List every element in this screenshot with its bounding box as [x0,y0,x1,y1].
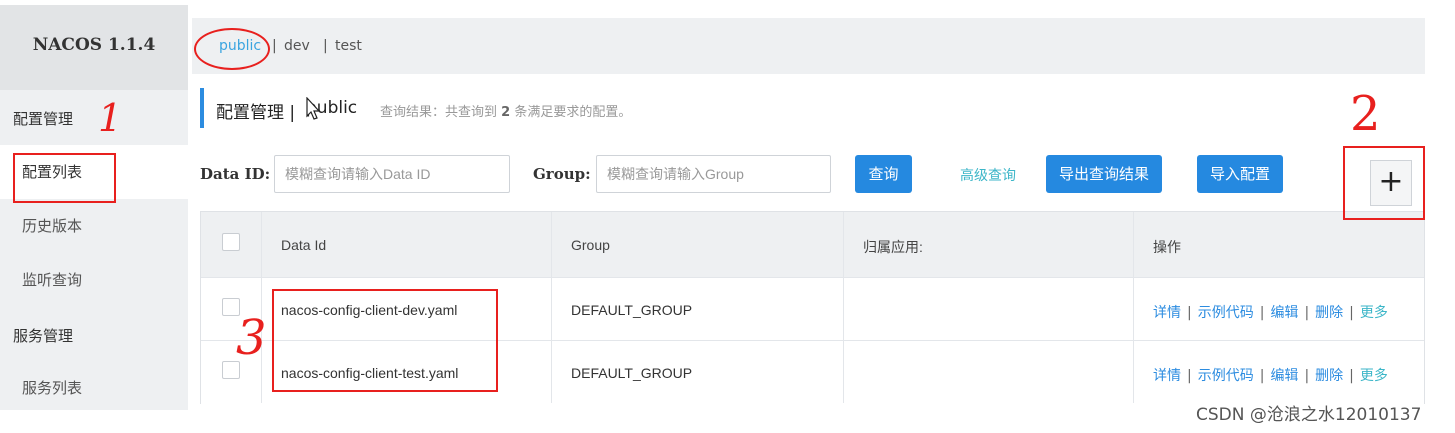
data-id-label: Data ID: [200,165,271,183]
column-divider [843,212,844,403]
query-result-count: 2 [501,105,511,120]
sidebar-item-label: 监听查询 [22,271,83,289]
namespace-separator: | [272,38,277,54]
action-separator: | [1187,368,1192,384]
group-input[interactable]: 模糊查询请输入Group [596,155,831,193]
page-title: 配置管理 | [216,98,295,123]
import-config-button[interactable]: 导入配置 [1197,155,1283,193]
action-details-link[interactable]: 详情 [1153,368,1181,384]
data-id-input[interactable]: 模糊查询请输入Data ID [274,155,510,193]
annotation-mark-1: 1 [98,96,123,140]
action-sample-code-link[interactable]: 示例代码 [1198,305,1254,321]
sidebar-item-label: 服务列表 [22,379,83,397]
action-more-link[interactable]: 更多 [1360,305,1388,321]
select-all-checkbox[interactable] [222,233,240,251]
query-result-summary: 查询结果：共查询到 2 条满足要求的配置。 [380,101,631,120]
action-separator: | [1349,368,1354,384]
advanced-query-link[interactable]: 高级查询 [960,165,1016,185]
action-separator: | [1349,305,1354,321]
annotation-mark-2: 2 [1350,86,1381,142]
namespace-separator: | [323,38,328,54]
action-separator: | [1259,305,1265,321]
annotation-box-config-list [13,153,116,203]
sidebar-section-service[interactable]: 服务管理 [13,325,73,346]
annotation-box-add-button [1343,146,1425,220]
sidebar-item-label: 历史版本 [22,217,83,235]
column-header-actions: 操作 [1153,239,1181,255]
sidebar: NACOS 1.1.4 配置管理 配置列表 历史版本 监听查询 服务管理 服务列… [0,5,188,410]
export-results-button[interactable]: 导出查询结果 [1046,155,1162,193]
action-separator: | [1304,368,1310,384]
query-result-prefix: 查询结果：共查询到 [380,105,498,120]
sidebar-item-history[interactable]: 历史版本 [0,199,188,253]
annotation-circle-public [194,28,270,70]
column-header-group: Group [571,237,610,253]
row-actions: 详情 | 示例代码 | 编辑 | 删除 | 更多 [1153,302,1388,322]
action-delete-link[interactable]: 删除 [1315,305,1343,321]
action-sample-code-link[interactable]: 示例代码 [1198,368,1254,384]
action-more-link[interactable]: 更多 [1360,368,1388,384]
action-edit-link[interactable]: 编辑 [1270,368,1298,384]
action-separator: | [1187,305,1192,321]
app-logo-title: NACOS 1.1.4 [0,5,188,90]
column-divider [261,212,262,403]
query-button[interactable]: 查询 [855,155,912,193]
page-title-text: 配置管理 [216,103,284,123]
column-header-data-id: Data Id [281,237,327,253]
sidebar-section-config[interactable]: 配置管理 [13,108,73,129]
title-separator: | [289,103,296,123]
column-divider [551,212,552,403]
annotation-box-config-files [272,289,498,392]
action-separator: | [1259,368,1265,384]
title-accent-bar [200,88,204,128]
mouse-pointer-icon [306,97,321,120]
row-group: DEFAULT_GROUP [571,365,693,381]
annotation-mark-3: 3 [236,310,267,366]
sidebar-item-listener-query[interactable]: 监听查询 [0,253,188,307]
row-actions: 详情 | 示例代码 | 编辑 | 删除 | 更多 [1153,365,1388,385]
row-group: DEFAULT_GROUP [571,302,693,318]
action-details-link[interactable]: 详情 [1153,305,1181,321]
sidebar-item-service-list[interactable]: 服务列表 [0,361,188,415]
query-result-suffix: 条满足要求的配置。 [514,105,632,120]
column-divider [1133,212,1134,403]
column-header-app: 归属应用: [863,239,923,255]
action-edit-link[interactable]: 编辑 [1270,305,1298,321]
namespace-bar: public | dev | test [192,18,1425,74]
namespace-tab-dev[interactable]: dev [284,38,310,54]
namespace-tab-test[interactable]: test [335,38,362,54]
action-delete-link[interactable]: 删除 [1315,368,1343,384]
group-label: Group: [533,165,591,183]
table-header: Data Id Group 归属应用: 操作 [201,212,1424,277]
watermark: CSDN @沧浪之水12010137 [1196,405,1422,425]
action-separator: | [1304,305,1310,321]
